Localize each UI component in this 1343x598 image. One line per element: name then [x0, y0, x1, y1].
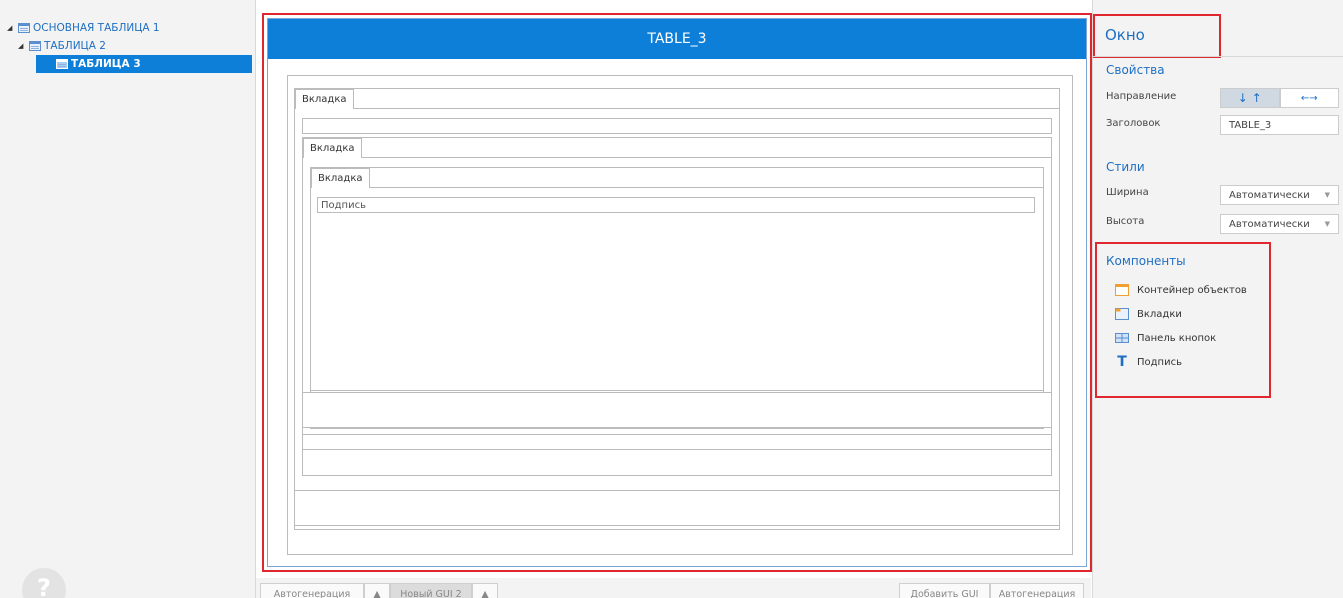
empty-field[interactable]: [302, 434, 1052, 450]
autogenerate-button[interactable]: Автогенерация: [260, 583, 364, 598]
components-header: Компоненты: [1106, 254, 1186, 268]
component-button-panel[interactable]: Панель кнопок: [1115, 332, 1216, 344]
tree-node-table-3[interactable]: ТАБЛИЦА 3: [36, 55, 252, 73]
window-title: TABLE_3: [647, 31, 707, 47]
chevron-down-icon: ▼: [1324, 191, 1330, 199]
components-section: Компоненты Контейнер объектов Вкладки Па…: [1095, 242, 1271, 398]
up-arrow-icon[interactable]: ▲: [472, 583, 498, 598]
panel-title: Окно: [1093, 14, 1221, 58]
tree-node-label: ТАБЛИЦА 3: [71, 58, 141, 70]
table-icon: [18, 23, 30, 33]
direction-toggle[interactable]: ↓ ↑ ←→: [1220, 88, 1339, 108]
outer-container[interactable]: Вкладка Вкладка Вкладка Подпись: [287, 75, 1073, 555]
designer-canvas: TABLE_3 Вкладка Вкладка Вкладка Подпись: [262, 13, 1092, 572]
empty-panel[interactable]: [294, 490, 1060, 526]
tab-header[interactable]: Вкладка: [303, 138, 362, 158]
tree-node-main-table-1[interactable]: ◢ ОСНОВНАЯ ТАБЛИЦА 1: [7, 19, 160, 37]
autogenerate-button-right[interactable]: Автогенерация: [990, 583, 1084, 598]
tabs-level-1[interactable]: Вкладка Вкладка Вкладка Подпись: [294, 88, 1060, 530]
direction-vertical-button[interactable]: ↓ ↑: [1220, 88, 1280, 108]
tree-node-table-2[interactable]: ◢ ТАБЛИЦА 2: [18, 37, 106, 55]
height-label: Высота: [1106, 216, 1145, 227]
up-arrow-icon[interactable]: ▲: [364, 583, 390, 598]
divider: [1093, 56, 1343, 57]
tab-header[interactable]: Вкладка: [295, 89, 354, 109]
expand-arrow-icon[interactable]: ◢: [7, 24, 15, 32]
empty-field[interactable]: [302, 118, 1052, 134]
component-caption[interactable]: T Подпись: [1115, 354, 1182, 370]
caption-element[interactable]: Подпись: [317, 197, 1035, 213]
chevron-down-icon: ▼: [1324, 220, 1330, 228]
caption-input[interactable]: TABLE_3: [1220, 115, 1339, 135]
window-preview[interactable]: TABLE_3 Вкладка Вкладка Вкладка Подпись: [267, 18, 1087, 567]
help-icon[interactable]: ?: [22, 568, 66, 598]
empty-panel[interactable]: [302, 392, 1052, 428]
bottom-toolbar: Автогенерация ▲ Новый GUI 2 ▲ Добавить G…: [256, 578, 1091, 598]
properties-panel: Окно Свойства Направление ↓ ↑ ←→ Заголов…: [1092, 0, 1343, 598]
gui-tab-button[interactable]: Новый GUI 2: [390, 583, 472, 598]
width-select[interactable]: Автоматически ▼: [1220, 185, 1339, 205]
table-icon: [56, 59, 68, 69]
container-icon: [1115, 284, 1129, 296]
caption-label: Заголовок: [1106, 118, 1161, 129]
styles-header: Стили: [1106, 160, 1145, 174]
window-title-bar: TABLE_3: [268, 19, 1086, 59]
direction-label: Направление: [1106, 91, 1177, 102]
height-select[interactable]: Автоматически ▼: [1220, 214, 1339, 234]
table-icon: [29, 41, 41, 51]
tab-header[interactable]: Вкладка: [311, 168, 370, 188]
component-container[interactable]: Контейнер объектов: [1115, 284, 1247, 296]
tree-node-label: ТАБЛИЦА 2: [44, 40, 106, 52]
expand-arrow-icon[interactable]: ◢: [18, 42, 26, 50]
tree-node-label: ОСНОВНАЯ ТАБЛИЦА 1: [33, 22, 160, 34]
button-panel-icon: [1115, 332, 1129, 344]
properties-header: Свойства: [1106, 63, 1165, 77]
width-label: Ширина: [1106, 187, 1149, 198]
tabs-icon: [1115, 308, 1129, 320]
text-label-icon: T: [1117, 354, 1127, 370]
direction-horizontal-button[interactable]: ←→: [1279, 88, 1339, 108]
add-gui-button[interactable]: Добавить GUI: [899, 583, 990, 598]
component-tabs[interactable]: Вкладки: [1115, 308, 1182, 320]
object-tree: ◢ ОСНОВНАЯ ТАБЛИЦА 1 ◢ ТАБЛИЦА 2 ТАБЛИЦА…: [0, 0, 256, 598]
